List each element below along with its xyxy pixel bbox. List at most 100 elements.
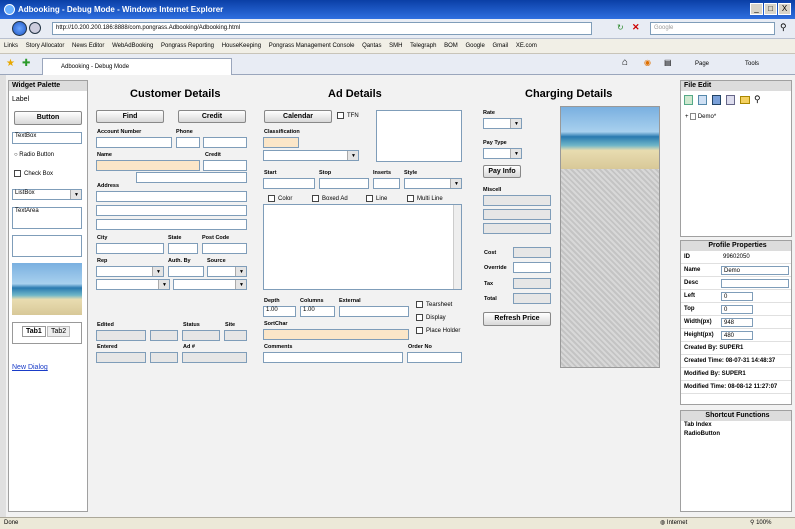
stop-input[interactable] (319, 178, 369, 189)
city-input[interactable] (96, 243, 164, 254)
classification-input[interactable] (263, 137, 299, 148)
file-menu[interactable]: File (684, 82, 696, 89)
profile-width-input[interactable]: 948 (721, 318, 753, 327)
name-input[interactable] (96, 160, 200, 171)
feeds-icon[interactable]: ◉ (644, 58, 651, 67)
search-input[interactable]: Google (650, 22, 775, 35)
source-select[interactable]: ▼ (207, 266, 247, 277)
link-1[interactable]: Story Allocator (26, 43, 65, 49)
rep-select[interactable]: ▼ (96, 266, 164, 277)
stop-icon[interactable]: ✕ (632, 22, 640, 33)
placeholder-checkbox[interactable]: Place Holder (416, 327, 460, 334)
address-line-1[interactable] (96, 191, 247, 202)
miscell-input-2[interactable] (483, 209, 551, 220)
copy-icon[interactable] (726, 95, 735, 105)
ad-text-area[interactable] (263, 204, 462, 290)
link-6[interactable]: Pongrass Management Console (269, 43, 355, 49)
link-2[interactable]: News Editor (72, 43, 104, 49)
total-input[interactable] (513, 293, 551, 304)
search-icon[interactable]: ⚲ (780, 22, 787, 33)
profile-top-input[interactable]: 0 (721, 305, 753, 314)
link-9[interactable]: Telegraph (410, 43, 436, 49)
profile-desc-input[interactable] (721, 279, 789, 288)
add-favorites-icon[interactable]: ✚ (22, 58, 30, 69)
edited-input-1[interactable] (96, 330, 146, 341)
close-button[interactable]: X (778, 3, 791, 15)
rate-select[interactable]: ▼ (483, 118, 522, 129)
cost-input[interactable] (513, 247, 551, 258)
palette-textarea[interactable]: TextArea (12, 207, 82, 229)
pay-info-button[interactable]: Pay Info (483, 165, 521, 178)
minimize-button[interactable]: _ (750, 3, 763, 15)
override-input[interactable] (513, 262, 551, 273)
refresh-price-button[interactable]: Refresh Price (483, 312, 551, 326)
tax-input[interactable] (513, 278, 551, 289)
palette-checkbox[interactable]: Check Box (14, 170, 53, 177)
link-13[interactable]: XE.com (516, 43, 537, 49)
palette-label[interactable]: Label (12, 96, 29, 103)
ad-text-scrollbar[interactable] (453, 205, 461, 289)
boxed-ad-checkbox[interactable]: Boxed Ad (312, 195, 348, 202)
palette-button[interactable]: Button (14, 111, 82, 125)
palette-blank-panel[interactable] (12, 235, 82, 257)
link-7[interactable]: Qantas (362, 43, 381, 49)
browser-tab[interactable]: Adbooking - Debug Mode (42, 58, 232, 75)
link-8[interactable]: SMH (389, 43, 402, 49)
account-number-input[interactable] (96, 137, 172, 148)
entered-input-1[interactable] (96, 352, 146, 363)
external-input[interactable] (339, 306, 409, 317)
tree-node-demo[interactable]: + Demo* (685, 113, 716, 120)
credit-input[interactable] (203, 160, 247, 171)
phone-input-1[interactable] (176, 137, 200, 148)
ad-notes-box[interactable] (376, 110, 462, 162)
address-input[interactable]: http://10.200.200.186:8888/com.pongrass.… (52, 22, 592, 35)
miscell-input-3[interactable] (483, 223, 551, 234)
favorites-star-icon[interactable]: ★ (6, 58, 15, 69)
edit-menu[interactable]: Edit (698, 82, 711, 89)
new-file-icon[interactable] (684, 95, 693, 105)
adno-input[interactable] (182, 352, 247, 363)
paytype-select[interactable]: ▼ (483, 148, 522, 159)
edited-input-2[interactable] (150, 330, 178, 341)
address-line-2[interactable] (96, 205, 247, 216)
link-4[interactable]: Pongrass Reporting (161, 43, 214, 49)
forward-icon[interactable] (29, 22, 41, 34)
style-select[interactable]: ▼ (404, 178, 462, 189)
tools-menu[interactable]: Tools (745, 61, 759, 67)
address-line-3[interactable] (96, 219, 247, 230)
orderno-input[interactable] (407, 352, 462, 363)
profile-height-input[interactable]: 480 (721, 331, 753, 340)
palette-listbox[interactable]: ListBox ▼ (12, 189, 82, 200)
link-3[interactable]: WebAdBooking (112, 43, 153, 49)
name-input-2[interactable] (136, 172, 247, 183)
shortcut-item[interactable]: RadioButton (681, 430, 791, 439)
palette-tab2[interactable]: Tab2 (47, 326, 71, 337)
columns-input[interactable]: 1.00 (300, 306, 335, 317)
back-icon[interactable] (12, 21, 27, 36)
calendar-button[interactable]: Calendar (264, 110, 332, 123)
page-menu[interactable]: Page (695, 61, 709, 67)
shortcut-item[interactable]: Tab Index (681, 421, 791, 430)
depth-input[interactable]: 1.00 (263, 306, 296, 317)
status-input[interactable] (182, 330, 220, 341)
comments-input[interactable] (263, 352, 403, 363)
save-icon[interactable] (712, 95, 721, 105)
maximize-button[interactable]: □ (764, 3, 777, 15)
inserts-input[interactable] (373, 178, 400, 189)
palette-image[interactable] (12, 263, 82, 315)
link-10[interactable]: BOM (444, 43, 458, 49)
profile-left-input[interactable]: 0 (721, 292, 753, 301)
sortchar-input[interactable] (263, 329, 409, 340)
postcode-input[interactable] (202, 243, 247, 254)
link-11[interactable]: Google (465, 43, 484, 49)
palette-textbox[interactable]: TextBox (12, 132, 82, 144)
palette-tab1[interactable]: Tab1 (22, 326, 46, 337)
classification-select[interactable]: ▼ (263, 150, 359, 161)
open-file-icon[interactable] (698, 95, 707, 105)
site-input[interactable] (224, 330, 247, 341)
find-button[interactable]: Find (96, 110, 164, 123)
phone-input-2[interactable] (203, 137, 247, 148)
entered-input-2[interactable] (150, 352, 178, 363)
miscell-input-1[interactable] (483, 195, 551, 206)
start-input[interactable] (263, 178, 315, 189)
